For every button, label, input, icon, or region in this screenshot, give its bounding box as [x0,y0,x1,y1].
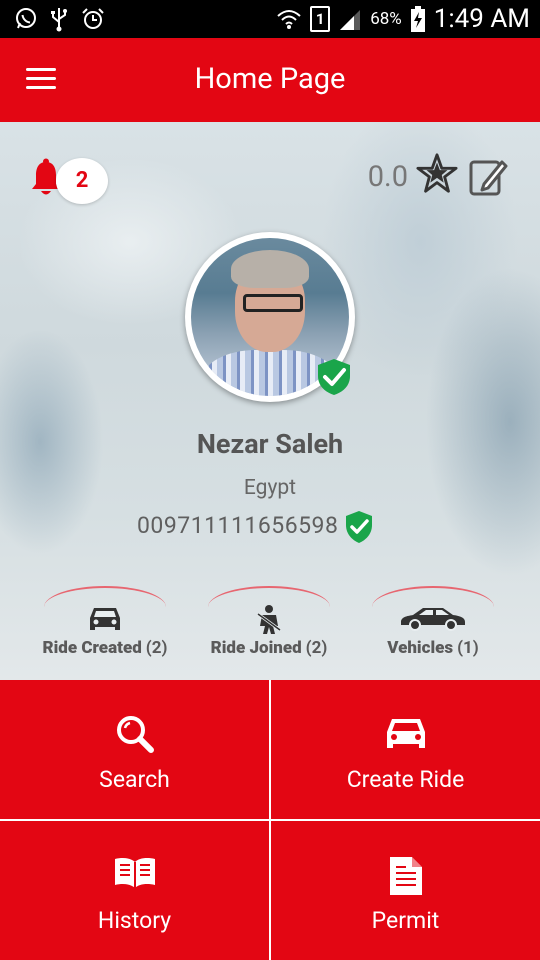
whatsapp-icon [16,8,36,29]
document-icon [389,857,422,895]
sim-indicator: 1 [310,6,331,32]
profile-header: 2 0.0 Nezar Saleh Egypt 009711111656598 [0,122,540,680]
car-front-icon [386,719,425,748]
notification-count-badge[interactable]: 2 [56,158,108,204]
phone-verified-icon [346,511,372,543]
app-bar: Home Page [0,38,540,122]
user-name: Nezar Saleh [196,428,344,460]
stat-label: Ride Joined [210,638,302,658]
stat-count: (1) [457,638,479,658]
history-button[interactable]: History [0,821,269,960]
status-bar-notifications [14,6,106,32]
status-bar: 1 68% 1:49 AM [0,0,540,38]
stat-ride-joined[interactable]: Ride Joined (2) [184,586,354,666]
signal-icon [340,10,361,30]
car-front-icon [90,608,120,630]
edit-profile-icon[interactable] [468,156,508,196]
book-icon [114,858,155,888]
wifi-icon [277,10,301,29]
stat-vehicles[interactable]: Vehicles (1) [348,586,518,666]
permit-label: Permit [371,907,440,934]
rating-value: 0.0 [367,160,408,194]
usb-icon [51,8,67,32]
permit-button[interactable]: Permit [271,821,540,960]
create-ride-label: Create Ride [346,766,465,793]
battery-charging-icon [410,6,425,32]
battery-percent: 68% [370,9,402,29]
star-icon[interactable] [416,152,458,196]
stat-label: Ride Created [42,638,142,658]
stat-label: Vehicles [387,638,454,658]
user-phone: 009711111656598 [137,512,339,539]
alarm-icon [82,8,104,29]
action-grid: Search Create Ride History Permit [0,680,540,960]
status-bar-system: 1 68% 1:49 AM [276,2,530,36]
page-title: Home Page [194,62,346,96]
seat-belt-icon [257,605,281,634]
search-icon [116,716,154,753]
create-ride-button[interactable]: Create Ride [271,680,540,819]
search-label: Search [99,766,170,793]
car-side-icon [401,608,465,631]
stat-ride-created[interactable]: Ride Created (2) [20,586,190,666]
user-country: Egypt [243,476,297,500]
stat-count: (2) [145,638,168,658]
history-label: History [97,907,172,934]
verified-badge-icon [318,359,350,395]
clock: 1:49 AM [433,4,530,34]
stat-count: (2) [305,638,328,658]
search-button[interactable]: Search [0,680,269,819]
